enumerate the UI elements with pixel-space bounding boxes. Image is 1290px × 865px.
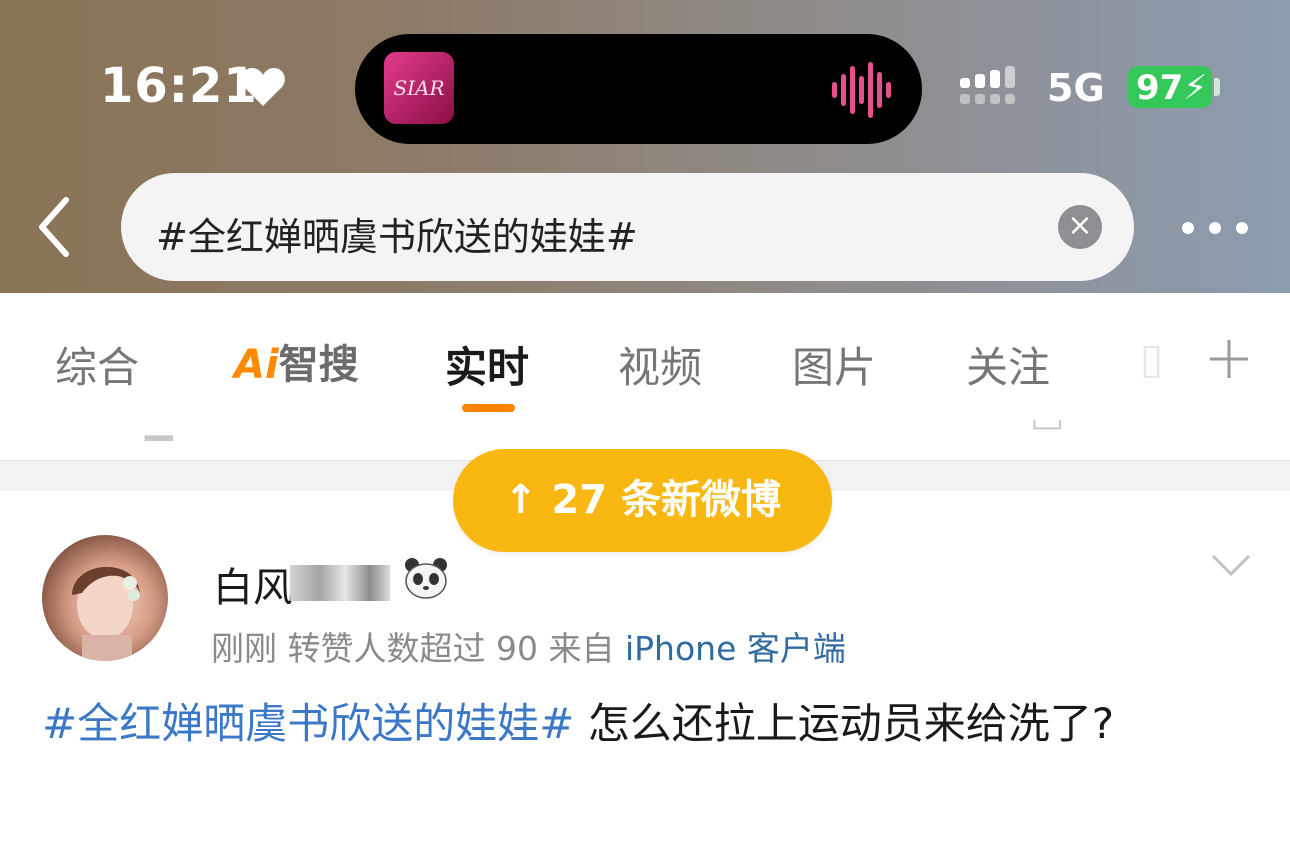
post-meta: 刚刚 转赞人数超过 90 来自 iPhone 客户端: [211, 622, 846, 670]
chevron-down-icon[interactable]: [1210, 552, 1252, 578]
ghost-fragment: ▭: [1030, 420, 1065, 441]
back-icon[interactable]: [36, 196, 72, 258]
search-bar[interactable]: #全红婵晒虞书欣送的娃娃# ×: [121, 173, 1134, 281]
tab-following[interactable]: 关注: [966, 334, 1050, 395]
ai-logo-text: Ai: [234, 342, 279, 388]
now-playing-album-art[interactable]: SIAR: [384, 52, 454, 124]
status-time: 16:21: [100, 58, 258, 114]
post-hashtag[interactable]: #全红婵晒虞书欣送的娃娃#: [42, 699, 574, 748]
network-type: 5G: [1047, 66, 1105, 110]
tab-ai-search[interactable]: Ai智搜: [234, 332, 359, 390]
new-posts-button[interactable]: ↑ 27 条新微博: [453, 449, 832, 552]
ai-tab-label: 智搜: [278, 342, 359, 388]
active-tab-indicator: [462, 404, 515, 412]
battery-cap: [1214, 78, 1220, 96]
clear-icon[interactable]: ×: [1058, 205, 1102, 249]
tab-realtime[interactable]: 实时: [445, 334, 529, 395]
avatar-portrait: [72, 566, 140, 661]
ghost-fragment: ▁ ▔▔▔: [145, 420, 268, 441]
post-time: 刚刚: [211, 629, 277, 668]
waveform-icon: [832, 62, 891, 118]
post-username[interactable]: 白风: [213, 555, 293, 613]
album-art-text: SIAR: [393, 76, 445, 100]
tab-bar: 综合 Ai智搜 实时 视频 图片 关注 ▯: [0, 294, 1290, 420]
heart-icon: [241, 68, 285, 106]
battery-level: 97⚡: [1136, 68, 1208, 108]
tab-overflow-fade: ▯: [1140, 334, 1164, 383]
tab-video[interactable]: 视频: [618, 334, 702, 395]
panda-icon: [405, 558, 447, 599]
tab-images[interactable]: 图片: [792, 334, 876, 395]
post-reposts-note: 转赞人数超过 90: [287, 629, 538, 668]
more-icon[interactable]: [1180, 218, 1250, 238]
search-input[interactable]: #全红婵晒虞书欣送的娃娃#: [156, 206, 638, 261]
redacted-username-part: [290, 565, 390, 601]
tab-comprehensive[interactable]: 综合: [55, 334, 139, 395]
battery-indicator: 97⚡: [1128, 66, 1212, 108]
signal-icon: [960, 66, 1015, 104]
ghost-fragment: ▔ ▔▔▔: [580, 420, 703, 441]
post-text: 怎么还拉上运动员来给洗了?: [574, 699, 1115, 748]
post-source[interactable]: iPhone 客户端: [625, 629, 846, 668]
post-source-prefix: 来自: [548, 629, 615, 668]
avatar[interactable]: [42, 535, 168, 661]
add-tab-icon[interactable]: [1208, 338, 1250, 380]
post-content: #全红婵晒虞书欣送的娃娃# 怎么还拉上运动员来给洗了?: [42, 692, 1242, 756]
